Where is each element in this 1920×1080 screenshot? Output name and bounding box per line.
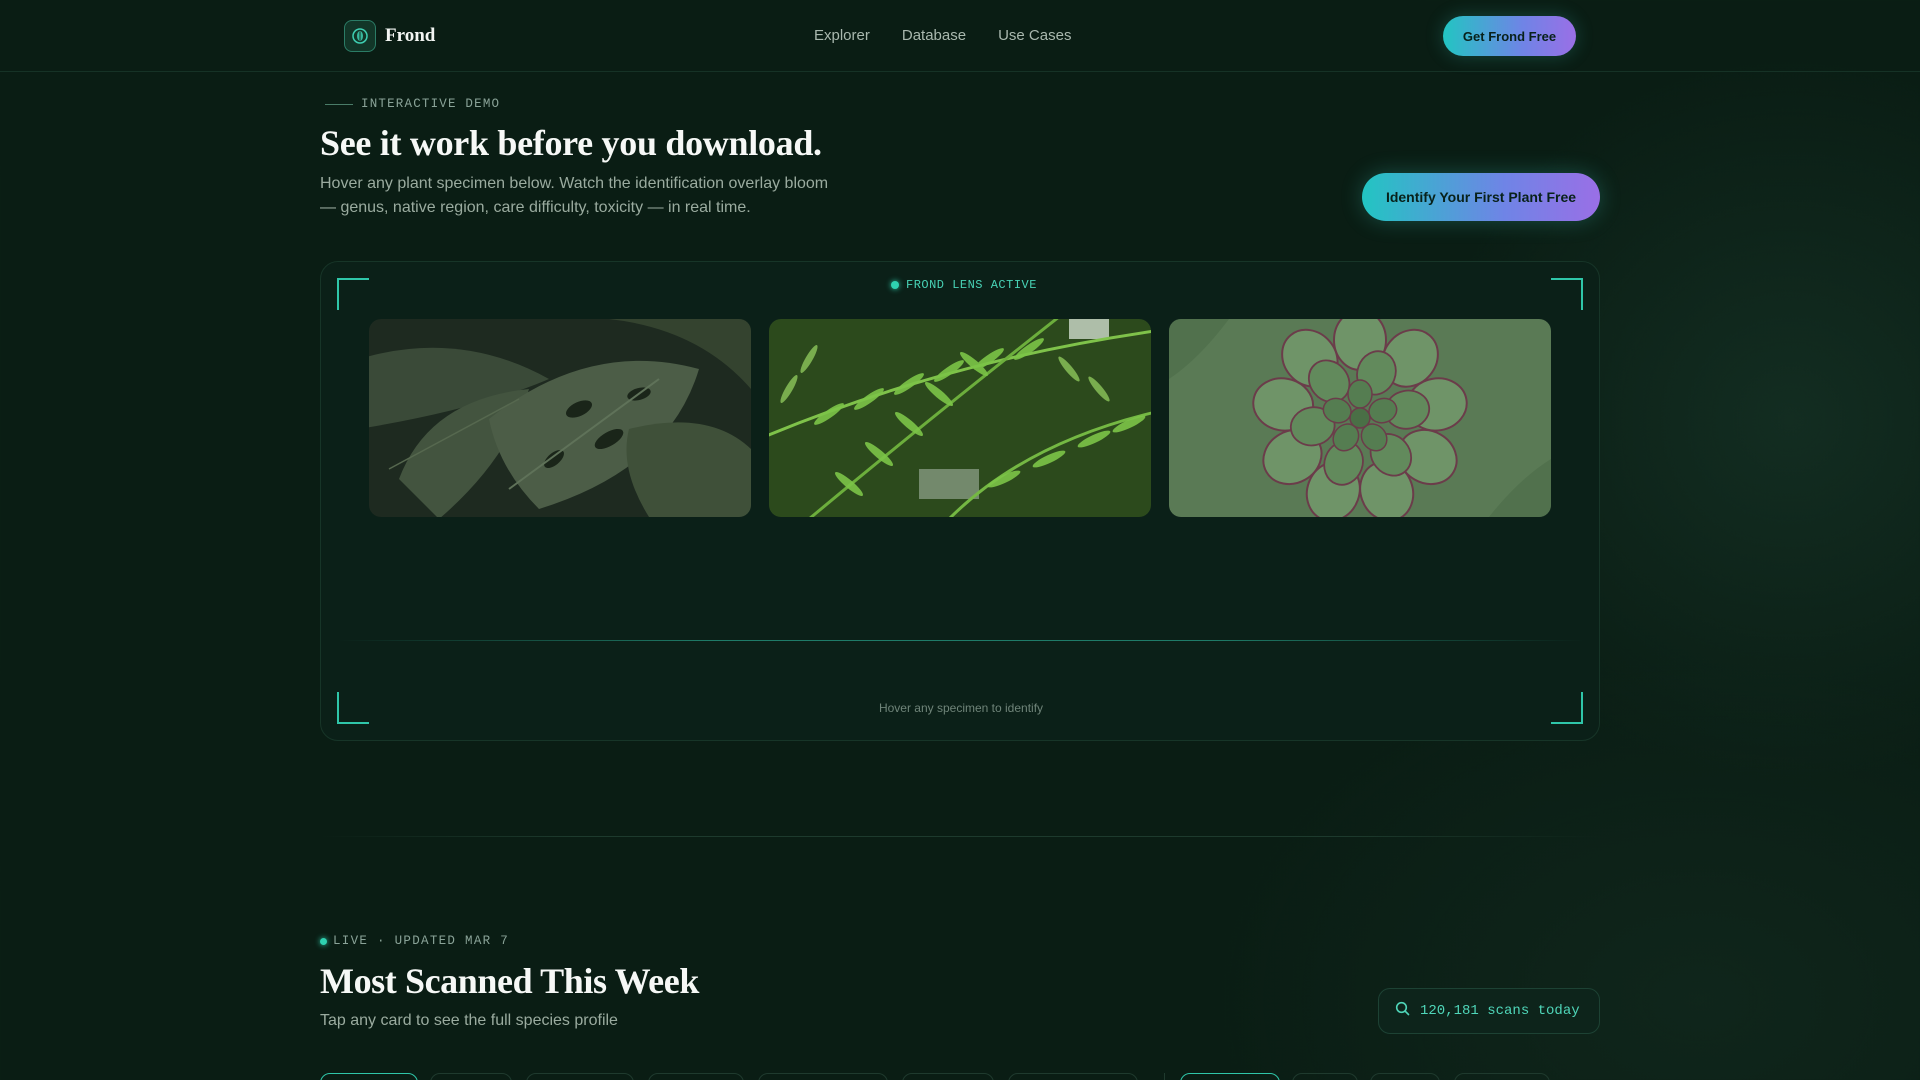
filter-separator [1164, 1073, 1165, 1080]
nav-link-use-cases[interactable]: Use Cases [998, 27, 1071, 44]
get-frond-free-button[interactable]: Get Frond Free [1443, 16, 1576, 56]
identify-first-plant-button[interactable]: Identify Your First Plant Free [1362, 173, 1600, 221]
scan-line [337, 640, 1585, 641]
filter-chip[interactable] [1292, 1073, 1358, 1080]
fern-image [769, 319, 1151, 517]
lens-status-text: FROND LENS ACTIVE [906, 278, 1037, 292]
leaf-logo-icon [344, 20, 376, 52]
demo-title: See it work before you download. [320, 123, 822, 163]
eyebrow-line [325, 103, 353, 105]
specimen-card-succulent[interactable] [1169, 319, 1551, 517]
most-scanned-title: Most Scanned This Week [320, 961, 699, 1001]
filter-chip[interactable] [320, 1073, 418, 1080]
filter-chip[interactable] [1180, 1073, 1280, 1080]
brand-name: Frond [385, 25, 436, 46]
live-status: LIVE · UPDATED MAR 7 [320, 934, 509, 948]
filter-chip[interactable] [526, 1073, 634, 1080]
eyebrow-text: INTERACTIVE DEMO [361, 97, 501, 111]
filter-chip[interactable] [758, 1073, 888, 1080]
scans-counter-text: 120,181 scans today [1420, 1003, 1580, 1019]
scans-counter: 120,181 scans today [1378, 988, 1600, 1034]
succulent-image [1169, 319, 1551, 517]
live-dot [320, 937, 327, 945]
search-icon [1395, 1001, 1410, 1021]
filter-chip[interactable] [1008, 1073, 1138, 1080]
filter-chip[interactable] [902, 1073, 994, 1080]
nav-link-explorer[interactable]: Explorer [814, 27, 870, 44]
live-status-text: LIVE · UPDATED MAR 7 [333, 934, 510, 948]
section-divider [320, 836, 1600, 837]
filter-chip[interactable] [430, 1073, 512, 1080]
lens-status-dot [891, 281, 899, 289]
filter-chips [320, 1073, 1600, 1080]
demo-eyebrow: INTERACTIVE DEMO [325, 97, 500, 111]
demo-subtitle: Hover any plant specimen below. Watch th… [320, 175, 829, 216]
most-scanned-subtitle: Tap any card to see the full species pro… [320, 1012, 618, 1029]
demo-panel: FROND LENS ACTIVE Hover any specimen to … [320, 261, 1600, 741]
filter-chip[interactable] [1454, 1073, 1550, 1080]
viewfinder-corner-top-right [1551, 278, 1583, 310]
specimen-card-fern[interactable] [769, 319, 1151, 517]
hover-hint: Hover any specimen to identify [878, 701, 1044, 715]
viewfinder-corner-top-left [337, 278, 369, 310]
specimen-card-monstera[interactable] [369, 319, 751, 517]
filter-chip[interactable] [1370, 1073, 1440, 1080]
monstera-image [369, 319, 751, 517]
nav-link-database[interactable]: Database [902, 27, 966, 44]
filter-chip[interactable] [648, 1073, 744, 1080]
top-nav: Frond Explorer Database Use Cases Get Fr… [0, 0, 1920, 72]
lens-status: FROND LENS ACTIVE [891, 278, 1037, 292]
nav-links: Explorer Database Use Cases [814, 27, 1071, 44]
brand[interactable]: Frond [344, 20, 435, 52]
